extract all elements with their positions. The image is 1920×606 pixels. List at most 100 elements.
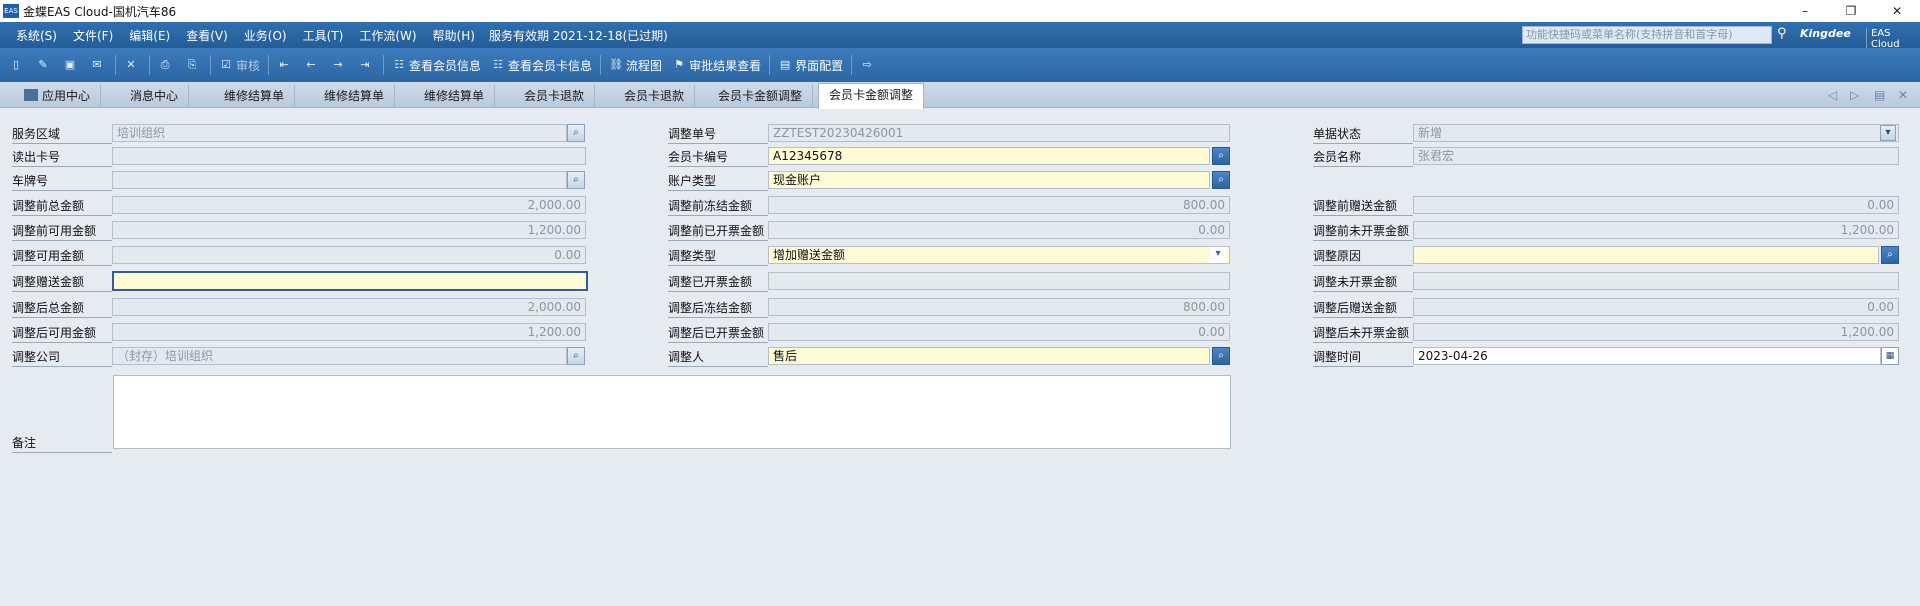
first-record-button[interactable]: ⇤ bbox=[272, 53, 299, 77]
tab-repair-settlement-3[interactable]: 维修结算单 bbox=[414, 85, 496, 108]
before-available-field[interactable]: 1,200.00 bbox=[112, 221, 586, 239]
menu-file[interactable]: 文件(F) bbox=[65, 27, 121, 44]
adjuster-lookup-icon[interactable]: ⌕ bbox=[1212, 347, 1230, 365]
before-frozen-field[interactable]: 800.00 bbox=[768, 196, 1230, 214]
save-button[interactable]: ▣ bbox=[58, 53, 85, 77]
after-uninvoiced-field[interactable]: 1,200.00 bbox=[1413, 323, 1899, 341]
status-dropdown-icon[interactable]: ▾ bbox=[1880, 125, 1896, 141]
restore-button[interactable]: ❐ bbox=[1828, 0, 1874, 22]
adjust-time-field[interactable]: 2023-04-26 bbox=[1413, 347, 1881, 365]
tab-card-refund-1[interactable]: 会员卡退款 bbox=[514, 85, 596, 108]
chevron-down-icon[interactable]: ▾ bbox=[1210, 247, 1226, 263]
service-area-field[interactable]: 培训组织 bbox=[112, 124, 567, 142]
read-card-no-field[interactable] bbox=[112, 147, 586, 165]
menu-business[interactable]: 业务(O) bbox=[236, 27, 295, 44]
plate-no-lookup-icon[interactable]: ⌕ bbox=[567, 171, 585, 189]
card-no-lookup-icon[interactable]: ⌕ bbox=[1212, 147, 1230, 165]
member-name-field[interactable]: 张君宏 bbox=[1413, 147, 1899, 165]
after-invoiced-field[interactable]: 0.00 bbox=[768, 323, 1230, 341]
doc-no-field[interactable]: ZZTEST20230426001 bbox=[768, 124, 1230, 142]
reason-lookup-icon[interactable]: ⌕ bbox=[1881, 246, 1899, 264]
after-total-field[interactable]: 2,000.00 bbox=[112, 298, 586, 316]
adjust-uninvoiced-field[interactable] bbox=[1413, 272, 1899, 290]
view-member-info-label: 查看会员信息 bbox=[409, 58, 482, 73]
label-reason: 调整原因 bbox=[1313, 248, 1413, 266]
ui-config-button[interactable]: ▤ 界面配置 bbox=[773, 53, 848, 77]
menu-edit[interactable]: 编辑(E) bbox=[121, 27, 178, 44]
new-button[interactable]: ▯ bbox=[4, 53, 31, 77]
tab-scroll-right-icon[interactable]: ▷ bbox=[1850, 88, 1859, 102]
approval-result-button[interactable]: ⚑ 审批结果查看 bbox=[667, 53, 766, 77]
plate-no-field[interactable] bbox=[112, 171, 567, 189]
tab-label: 维修结算单 bbox=[224, 89, 285, 103]
menu-view[interactable]: 查看(V) bbox=[178, 27, 236, 44]
tab-card-adjustment-1[interactable]: 会员卡金额调整 bbox=[708, 85, 814, 108]
company-lookup-icon[interactable]: ⌕ bbox=[567, 347, 585, 365]
status-field[interactable]: 新增 bbox=[1413, 124, 1899, 142]
calendar-icon[interactable]: ▦ bbox=[1881, 347, 1899, 365]
service-area-lookup-icon[interactable]: ⌕ bbox=[567, 124, 585, 142]
card-adjustment-form: 服务区域 培训组织 ⌕ 读出卡号 车牌号 ⌕ 调整前总金额 2,000.00 调… bbox=[0, 109, 1920, 606]
edit-button[interactable]: ✎ bbox=[31, 53, 58, 77]
card-no-field[interactable]: A12345678 bbox=[768, 147, 1210, 165]
last-icon: ⇥ bbox=[360, 58, 370, 71]
minimize-button[interactable]: – bbox=[1782, 0, 1828, 22]
delete-button[interactable]: ✕ bbox=[119, 53, 146, 77]
exit-button[interactable]: ⇨ bbox=[855, 53, 882, 77]
label-doc-no: 调整单号 bbox=[668, 126, 768, 144]
search-icon[interactable]: ⚲ bbox=[1777, 26, 1793, 42]
tab-strip: 应用中心 消息中心 维修结算单 维修结算单 维修结算单 会员卡退款 会员卡退款 … bbox=[0, 82, 1920, 109]
tab-message-center[interactable]: 消息中心 bbox=[120, 85, 190, 108]
label-service-area: 服务区域 bbox=[12, 126, 112, 144]
tab-scroll-left-icon[interactable]: ◁ bbox=[1828, 88, 1837, 102]
menu-system[interactable]: 系统(S) bbox=[0, 27, 65, 44]
toolbar-separator bbox=[600, 55, 602, 75]
company-field[interactable]: （封存）培训组织 bbox=[112, 347, 567, 365]
menu-workflow[interactable]: 工作流(W) bbox=[351, 27, 424, 44]
view-member-info-button[interactable]: ☷ 查看会员信息 bbox=[387, 53, 486, 77]
after-frozen-field[interactable]: 800.00 bbox=[768, 298, 1230, 316]
tab-repair-settlement-1[interactable]: 维修结算单 bbox=[214, 85, 296, 108]
last-record-button[interactable]: ⇥ bbox=[353, 53, 380, 77]
label-remarks: 备注 bbox=[12, 435, 112, 453]
reason-field[interactable] bbox=[1413, 246, 1879, 264]
adjust-gift-field[interactable] bbox=[112, 271, 588, 291]
after-gift-field[interactable]: 0.00 bbox=[1413, 298, 1899, 316]
close-tab-icon[interactable]: ✕ bbox=[1898, 88, 1908, 102]
tab-list-icon[interactable]: ▤ bbox=[1874, 88, 1885, 102]
audit-button[interactable]: ☑ 审核 bbox=[214, 53, 265, 77]
submit-button[interactable]: ✉ bbox=[85, 53, 112, 77]
label-before-uninvoiced: 调整前未开票金额 bbox=[1313, 223, 1413, 241]
tab-card-refund-2[interactable]: 会员卡退款 bbox=[614, 85, 696, 108]
adjust-available-field[interactable]: 0.00 bbox=[112, 246, 586, 264]
previous-record-button[interactable]: ← bbox=[299, 53, 326, 77]
tab-repair-settlement-2[interactable]: 维修结算单 bbox=[314, 85, 396, 108]
menu-help[interactable]: 帮助(H) bbox=[425, 27, 483, 44]
next-record-button[interactable]: → bbox=[326, 53, 353, 77]
toolbar-separator bbox=[115, 55, 116, 75]
eas-app-icon: EAS bbox=[3, 4, 19, 18]
print-button[interactable]: ⎙ bbox=[153, 53, 180, 77]
menu-bar: 系统(S) 文件(F) 编辑(E) 查看(V) 业务(O) 工具(T) 工作流(… bbox=[0, 22, 1920, 50]
remarks-textarea[interactable] bbox=[113, 375, 1231, 449]
label-before-gift: 调整前赠送金额 bbox=[1313, 198, 1413, 216]
flowchart-button[interactable]: ⛓ 流程图 bbox=[604, 53, 667, 77]
before-total-field[interactable]: 2,000.00 bbox=[112, 196, 586, 214]
before-uninvoiced-field[interactable]: 1,200.00 bbox=[1413, 221, 1899, 239]
tab-label: 会员卡金额调整 bbox=[829, 88, 914, 102]
tab-card-adjustment-active[interactable]: 会员卡金额调整 bbox=[818, 83, 925, 109]
after-available-field[interactable]: 1,200.00 bbox=[112, 323, 586, 341]
tab-app-center[interactable]: 应用中心 bbox=[14, 85, 102, 108]
adjust-type-select[interactable]: 增加赠送金额 bbox=[768, 246, 1230, 264]
account-type-field[interactable]: 现金账户 bbox=[768, 171, 1210, 189]
view-member-card-info-button[interactable]: ☷ 查看会员卡信息 bbox=[486, 53, 597, 77]
print-preview-button[interactable]: ⎘ bbox=[180, 53, 207, 77]
account-type-lookup-icon[interactable]: ⌕ bbox=[1212, 171, 1230, 189]
before-gift-field[interactable]: 0.00 bbox=[1413, 196, 1899, 214]
close-window-button[interactable]: ✕ bbox=[1874, 0, 1920, 22]
adjuster-field[interactable]: 售后 bbox=[768, 347, 1210, 365]
before-invoiced-field[interactable]: 0.00 bbox=[768, 221, 1230, 239]
quick-search-input[interactable]: 功能快捷码或菜单名称(支持拼音和首字母) bbox=[1522, 26, 1772, 44]
adjust-invoiced-field[interactable] bbox=[768, 272, 1230, 290]
menu-tools[interactable]: 工具(T) bbox=[295, 27, 352, 44]
